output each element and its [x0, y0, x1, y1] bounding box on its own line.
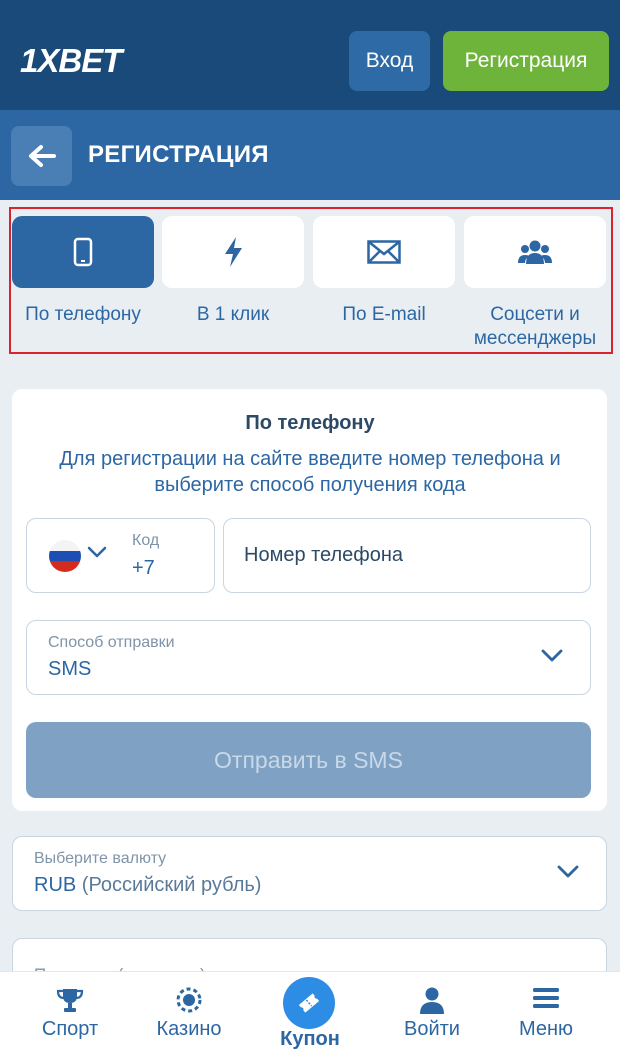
envelope-icon [367, 240, 401, 264]
page-titlebar: РЕГИСТРАЦИЯ [0, 110, 620, 200]
top-header: 1XBET Вход Регистрация [0, 0, 620, 110]
nav-menu-label: Меню [518, 1018, 574, 1040]
code-value: +7 [132, 557, 155, 579]
currency-name: (Российский рубль) [81, 874, 262, 896]
register-button[interactable]: Регистрация [443, 31, 609, 91]
users-icon [518, 240, 552, 264]
chevron-down-icon [557, 865, 579, 878]
nav-login[interactable]: Войти [370, 972, 494, 1056]
form-title: По телефону [245, 412, 375, 434]
russia-flag-icon [49, 540, 81, 572]
user-icon [420, 987, 444, 1014]
phone-number-input[interactable] [244, 519, 564, 591]
send-method-label: Способ отправки [48, 634, 175, 651]
nav-coupon-label[interactable]: Купон [248, 1028, 372, 1051]
brand-logo[interactable]: 1XBET [20, 42, 122, 80]
chevron-down-icon [87, 546, 107, 558]
phone-icon [73, 237, 93, 267]
nav-login-label: Войти [404, 1018, 460, 1040]
send-sms-button[interactable]: Отправить в SMS [26, 722, 591, 798]
nav-casino[interactable]: Казино [127, 972, 251, 1056]
back-button[interactable] [11, 126, 72, 186]
tab-social[interactable] [464, 216, 606, 288]
tab-label-one-click[interactable]: В 1 клик [158, 303, 308, 327]
currency-label: Выберите валюту [34, 850, 167, 867]
login-button[interactable]: Вход [349, 31, 430, 91]
trophy-icon [56, 989, 84, 1012]
form-description: Для регистрации на сайте введите номер т… [59, 448, 561, 496]
send-method-select[interactable]: Способ отправки SMS [26, 620, 591, 695]
nav-casino-label: Казино [156, 1018, 222, 1040]
hamburger-icon [533, 988, 559, 1008]
code-label: Код [132, 532, 160, 549]
currency-code: RUB [34, 874, 77, 896]
lightning-icon [225, 237, 242, 267]
phone-number-field[interactable] [223, 518, 591, 593]
casino-chip-icon [176, 987, 202, 1013]
arrow-left-icon [28, 145, 56, 167]
chevron-down-icon [541, 649, 563, 662]
tab-by-email[interactable] [313, 216, 455, 288]
logo-secondary-text: BET [58, 42, 122, 79]
nav-sport[interactable]: Спорт [8, 972, 132, 1056]
tab-by-phone[interactable] [12, 216, 154, 288]
nav-coupon[interactable] [283, 977, 335, 1029]
tab-one-click[interactable] [162, 216, 304, 288]
nav-menu[interactable]: Меню [484, 972, 608, 1056]
send-method-value: SMS [48, 658, 92, 680]
tab-label-social[interactable]: Соцсети и мессенджеры [460, 303, 610, 351]
logo-primary-text: 1X [20, 42, 59, 79]
country-code-select[interactable]: Код +7 [26, 518, 215, 593]
nav-sport-label: Спорт [41, 1018, 99, 1040]
currency-select[interactable]: Выберите валюту RUB (Российский рубль) [12, 836, 607, 911]
currency-value: RUB (Российский рубль) [34, 874, 261, 897]
ticket-icon [298, 993, 320, 1013]
tab-label-by-phone[interactable]: По телефону [8, 303, 158, 327]
page-title: РЕГИСТРАЦИЯ [88, 141, 269, 168]
tab-label-by-email[interactable]: По E-mail [309, 303, 459, 327]
